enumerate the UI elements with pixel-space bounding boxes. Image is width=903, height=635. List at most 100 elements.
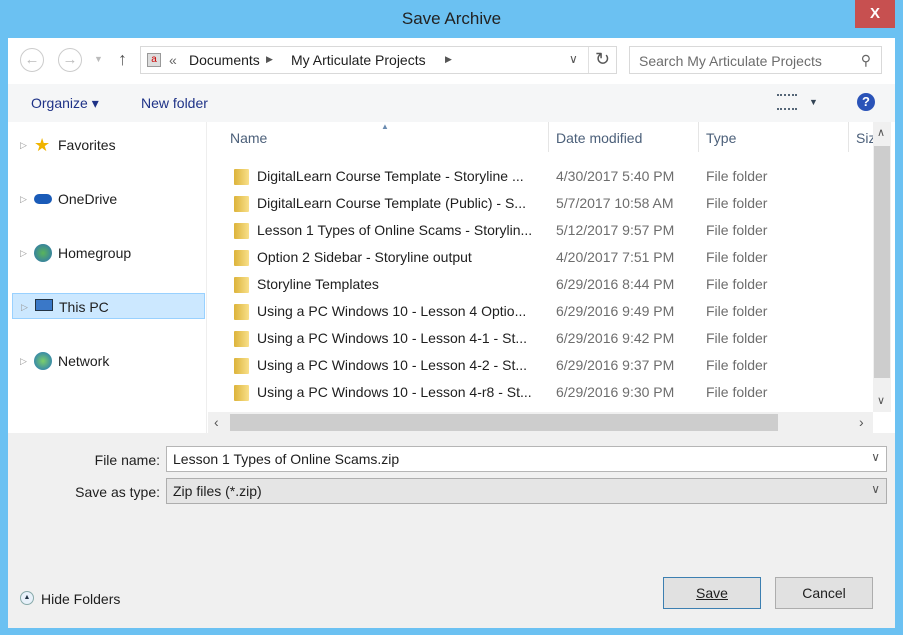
- expand-icon[interactable]: ▷: [20, 348, 27, 374]
- vertical-scrollbar[interactable]: ∧ ∨: [873, 122, 891, 412]
- file-row[interactable]: Lesson 1 Types of Online Scams - Storyli…: [208, 217, 873, 244]
- file-date: 6/29/2016 9:37 PM: [556, 357, 675, 373]
- column-header-type[interactable]: Type: [706, 130, 736, 146]
- save-as-type-select[interactable]: Zip files (*.zip) ∨: [166, 478, 887, 504]
- computer-icon: [35, 299, 53, 311]
- save-as-type-label: Save as type:: [75, 484, 160, 500]
- search-placeholder: Search My Articulate Projects: [639, 53, 822, 69]
- nav-item-homegroup[interactable]: ▷ Homegroup: [12, 240, 205, 266]
- new-folder-button[interactable]: New folder: [141, 95, 208, 111]
- close-button[interactable]: X: [855, 0, 895, 28]
- scroll-thumb[interactable]: [230, 414, 778, 431]
- file-row[interactable]: Using a PC Windows 10 - Lesson 4-r8 - St…: [208, 379, 873, 406]
- file-type: File folder: [706, 330, 768, 346]
- cloud-icon: [34, 194, 52, 204]
- column-header-name[interactable]: Name: [230, 130, 267, 146]
- file-name: DigitalLearn Course Template - Storyline…: [257, 168, 524, 184]
- file-date: 6/29/2016 9:49 PM: [556, 303, 675, 319]
- nav-item-this-pc[interactable]: ▷ This PC: [12, 293, 205, 319]
- scroll-down-icon[interactable]: ∨: [877, 394, 885, 407]
- view-options-icon[interactable]: [777, 94, 797, 110]
- expand-icon[interactable]: ▷: [20, 240, 27, 266]
- column-divider[interactable]: [548, 122, 549, 152]
- navigation-pane: ▷ ★ Favorites ▷ OneDrive ▷ Homegroup ▷ This P…: [8, 122, 207, 433]
- column-divider[interactable]: [698, 122, 699, 152]
- file-name-value: Lesson 1 Types of Online Scams.zip: [173, 451, 400, 467]
- scroll-thumb[interactable]: [874, 146, 890, 378]
- file-date: 6/29/2016 9:42 PM: [556, 330, 675, 346]
- file-type: File folder: [706, 276, 768, 292]
- expand-icon[interactable]: ▷: [21, 294, 28, 320]
- file-type: File folder: [706, 222, 768, 238]
- scroll-up-icon[interactable]: ∧: [877, 126, 885, 139]
- file-type: File folder: [706, 168, 768, 184]
- file-name: Using a PC Windows 10 - Lesson 4 Optio..…: [257, 303, 527, 319]
- nav-item-network[interactable]: ▷ Network: [12, 348, 205, 374]
- chevron-down-icon[interactable]: ∨: [871, 450, 880, 464]
- nav-label: Favorites: [58, 137, 116, 153]
- network-icon: [34, 352, 52, 370]
- nav-label: OneDrive: [58, 191, 118, 207]
- file-list: ▲ Name Date modified Type Siz DigitalLea…: [208, 122, 873, 412]
- file-row[interactable]: Option 2 Sidebar - Storyline output 4/20/…: [208, 244, 873, 271]
- chevron-right-icon[interactable]: ▶: [445, 54, 452, 65]
- scroll-right-icon[interactable]: ›: [859, 414, 864, 430]
- file-type: File folder: [706, 303, 768, 319]
- forward-button[interactable]: →: [58, 48, 82, 72]
- file-name: Lesson 1 Types of Online Scams - Storyli…: [257, 222, 533, 238]
- file-name: DigitalLearn Course Template (Public) - …: [257, 195, 526, 211]
- file-name-input[interactable]: Lesson 1 Types of Online Scams.zip ∨: [166, 446, 887, 472]
- help-icon[interactable]: ?: [857, 93, 875, 111]
- nav-label: Homegroup: [58, 245, 132, 261]
- expand-icon[interactable]: ▷: [20, 132, 27, 158]
- refresh-icon[interactable]: ↻: [595, 49, 610, 70]
- nav-item-onedrive[interactable]: ▷ OneDrive: [12, 186, 205, 212]
- folder-icon: [234, 196, 249, 212]
- folder-icon: [234, 169, 249, 185]
- breadcrumb-documents[interactable]: Documents: [189, 52, 260, 68]
- folder-icon: [234, 223, 249, 239]
- folder-icon: [234, 331, 249, 347]
- file-date: 5/7/2017 10:58 AM: [556, 195, 674, 211]
- search-icon[interactable]: ⚲: [861, 52, 871, 69]
- hide-folders-button[interactable]: Hide Folders: [41, 591, 120, 607]
- file-type: File folder: [706, 249, 768, 265]
- file-type: File folder: [706, 357, 768, 373]
- column-header-date-modified[interactable]: Date modified: [556, 130, 642, 146]
- horizontal-scrollbar[interactable]: ‹ ›: [208, 412, 873, 433]
- search-input[interactable]: Search My Articulate Projects ⚲: [629, 46, 882, 74]
- save-button[interactable]: Save: [663, 577, 761, 609]
- file-date: 4/30/2017 5:40 PM: [556, 168, 675, 184]
- file-row[interactable]: DigitalLearn Course Template (Public) - …: [208, 190, 873, 217]
- save-as-type-value: Zip files (*.zip): [173, 483, 262, 499]
- column-header-size[interactable]: Siz: [856, 130, 873, 146]
- file-row[interactable]: Using a PC Windows 10 - Lesson 4 Optio..…: [208, 298, 873, 325]
- file-row[interactable]: Using a PC Windows 10 - Lesson 4-2 - St.…: [208, 352, 873, 379]
- sort-ascending-icon: ▲: [381, 122, 389, 131]
- file-type: File folder: [706, 384, 768, 400]
- expand-icon[interactable]: ▷: [20, 186, 27, 212]
- view-dropdown-icon[interactable]: ▼: [809, 97, 818, 107]
- recent-dropdown-icon[interactable]: ▼: [94, 54, 103, 64]
- folder-icon: [234, 304, 249, 320]
- file-row[interactable]: Storyline Templates 6/29/2016 8:44 PM File…: [208, 271, 873, 298]
- address-bar[interactable]: a « Documents ▶ My Articulate Projects ▶…: [140, 46, 617, 74]
- file-name: Using a PC Windows 10 - Lesson 4-r8 - St…: [257, 384, 532, 400]
- organize-button[interactable]: Organize ▾: [31, 95, 99, 112]
- chevron-right-icon[interactable]: ▶: [266, 54, 273, 65]
- file-row[interactable]: Using a PC Windows 10 - Lesson 4-1 - St.…: [208, 325, 873, 352]
- hide-folders-icon[interactable]: ▲: [20, 591, 34, 605]
- breadcrumb-my-articulate-projects[interactable]: My Articulate Projects: [291, 52, 426, 68]
- breadcrumb-overflow[interactable]: «: [169, 52, 177, 68]
- nav-item-favorites[interactable]: ▷ ★ Favorites: [12, 132, 205, 158]
- file-row[interactable]: DigitalLearn Course Template - Storyline…: [208, 163, 873, 190]
- cancel-button[interactable]: Cancel: [775, 577, 873, 609]
- window-title: Save Archive: [401, 9, 502, 28]
- up-button[interactable]: ↑: [118, 49, 127, 70]
- back-button[interactable]: ←: [20, 48, 44, 72]
- scroll-left-icon[interactable]: ‹: [214, 414, 219, 430]
- column-divider[interactable]: [848, 122, 849, 152]
- chevron-down-icon[interactable]: ∨: [871, 482, 880, 496]
- address-dropdown-icon[interactable]: ∨: [569, 52, 578, 66]
- file-name: Storyline Templates: [257, 276, 379, 292]
